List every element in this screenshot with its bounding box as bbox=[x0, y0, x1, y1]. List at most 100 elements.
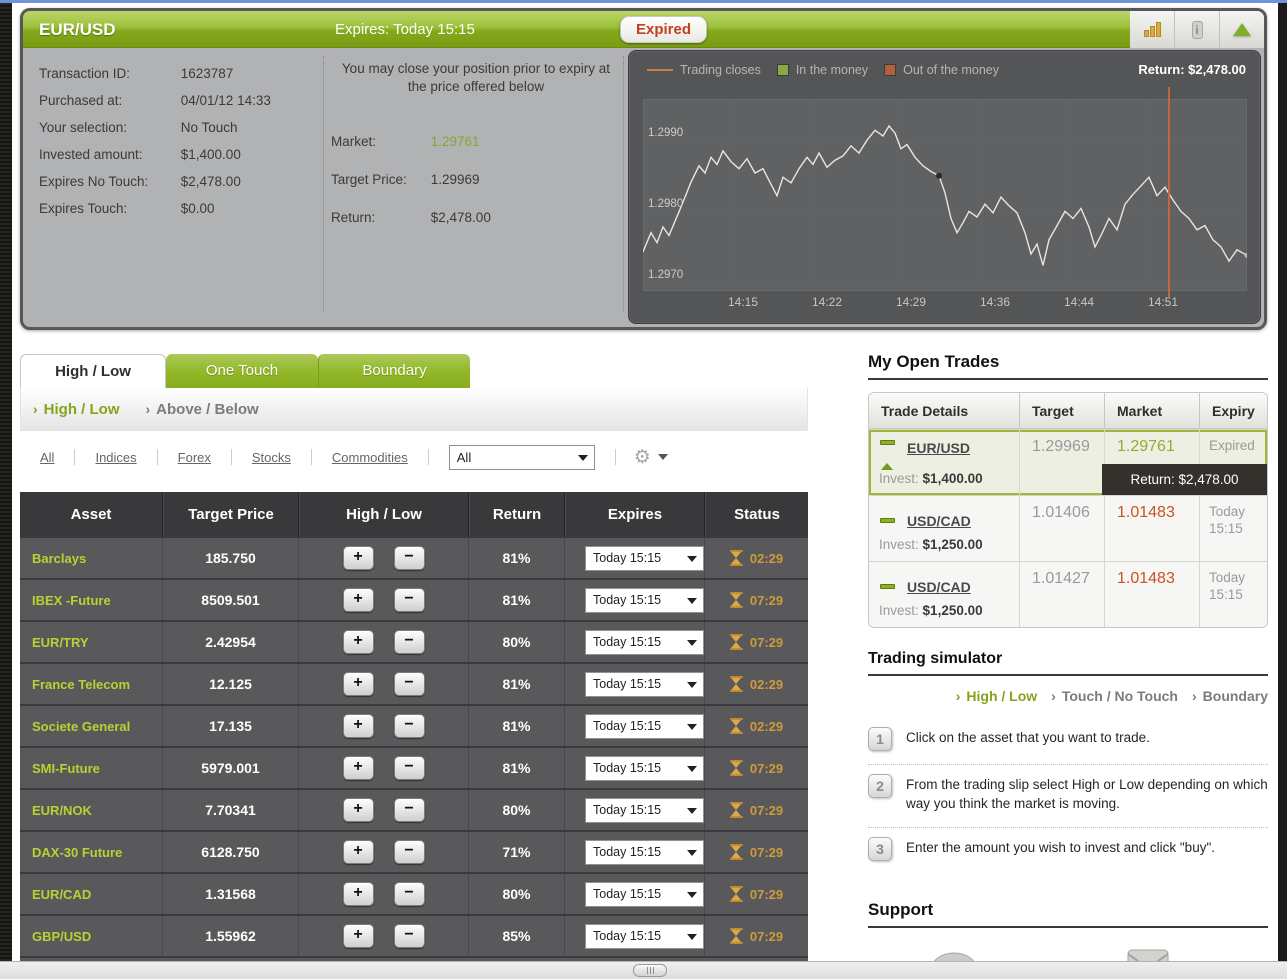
asset-name[interactable]: Barclays bbox=[20, 538, 163, 578]
return-percent: 81% bbox=[469, 538, 565, 578]
high-plus-button[interactable]: + bbox=[342, 840, 374, 864]
table-row: DAX-30 Future 6128.750 + − 71% Today 15:… bbox=[20, 830, 808, 872]
detail-label: Your selection: bbox=[39, 120, 128, 135]
expiry-select[interactable]: Today 15:15 bbox=[585, 881, 704, 907]
subnav-item[interactable]: › High / Low bbox=[33, 401, 120, 418]
high-low-cell: + − bbox=[299, 706, 469, 746]
high-plus-button[interactable]: + bbox=[342, 798, 374, 822]
detail-label: Invested amount: bbox=[39, 147, 143, 162]
asset-name[interactable]: DAX-30 Future bbox=[20, 832, 163, 872]
high-plus-button[interactable]: + bbox=[342, 756, 374, 780]
status-cell: 07:29 bbox=[705, 580, 808, 620]
expiry-select[interactable]: Today 15:15 bbox=[585, 629, 704, 655]
option-type-tab[interactable]: One Touch bbox=[166, 354, 318, 388]
asset-name[interactable]: IBEX -Future bbox=[20, 580, 163, 620]
high-plus-button[interactable]: + bbox=[342, 924, 374, 948]
column-header-highlow: High / Low bbox=[299, 492, 469, 536]
step-text: From the trading slip select High or Low… bbox=[906, 777, 1268, 811]
simulator-crumb[interactable]: › Touch / No Touch bbox=[1051, 688, 1178, 704]
asset-name[interactable]: Societe General bbox=[20, 706, 163, 746]
quote-value: $2,478.00 bbox=[430, 210, 491, 226]
low-minus-button[interactable]: − bbox=[393, 756, 425, 780]
open-trades-header: Trade Details Target Market Expiry bbox=[869, 393, 1267, 429]
option-type-tab[interactable]: High / Low bbox=[20, 354, 166, 388]
low-minus-button[interactable]: − bbox=[393, 798, 425, 822]
trade-asset-link[interactable]: USD/CAD bbox=[907, 579, 971, 595]
high-plus-button[interactable]: + bbox=[342, 882, 374, 906]
simulator-step: 3 Enter the amount you wish to invest an… bbox=[868, 828, 1268, 874]
hourglass-icon bbox=[729, 718, 743, 734]
filter-link[interactable]: Stocks bbox=[252, 450, 291, 465]
high-plus-button[interactable]: + bbox=[342, 672, 374, 696]
simulator-crumb[interactable]: › Boundary bbox=[1192, 688, 1268, 704]
return-percent: 81% bbox=[469, 664, 565, 704]
asset-name[interactable]: France Telecom bbox=[20, 664, 163, 704]
simulator-steps: 1 Click on the asset that you want to tr… bbox=[868, 718, 1268, 874]
asset-name[interactable]: EUR/TRY bbox=[20, 622, 163, 662]
expiry-select[interactable]: Today 15:15 bbox=[585, 797, 704, 823]
gear-icon: ⚙ bbox=[633, 446, 651, 468]
option-type-tab[interactable]: Boundary bbox=[318, 354, 470, 388]
category-select[interactable]: All bbox=[448, 444, 595, 470]
high-low-cell: + − bbox=[299, 580, 469, 620]
expiry-select[interactable]: Today 15:15 bbox=[585, 713, 704, 739]
status-cell: 07:29 bbox=[705, 832, 808, 872]
expiry-select[interactable]: Today 15:15 bbox=[585, 839, 704, 865]
trade-asset-link[interactable]: USD/CAD bbox=[907, 513, 971, 529]
asset-name[interactable]: SMI-Future bbox=[20, 748, 163, 788]
asset-name[interactable]: EUR/CAD bbox=[20, 874, 163, 914]
expires-value: Today 15:15 bbox=[393, 21, 475, 38]
horizontal-scrollbar-thumb[interactable] bbox=[633, 964, 667, 977]
filter-link[interactable]: Forex bbox=[178, 450, 211, 465]
trade-asset-link[interactable]: EUR/USD bbox=[907, 440, 970, 456]
quote-value: 1.29761 bbox=[430, 134, 480, 150]
filter-link[interactable]: Commodities bbox=[332, 450, 408, 465]
column-header-asset: Asset bbox=[20, 492, 163, 536]
chevron-down-icon bbox=[687, 765, 697, 772]
low-minus-button[interactable]: − bbox=[393, 588, 425, 612]
high-plus-button[interactable]: + bbox=[342, 546, 374, 570]
expiry-select[interactable]: Today 15:15 bbox=[585, 545, 704, 571]
open-position-widget: EUR/USD Expires: Today 15:15 Expired i T… bbox=[20, 8, 1267, 330]
high-plus-button[interactable]: + bbox=[342, 588, 374, 612]
low-minus-button[interactable]: − bbox=[393, 714, 425, 738]
low-minus-button[interactable]: − bbox=[393, 882, 425, 906]
return-percent: 71% bbox=[469, 832, 565, 872]
filter-link[interactable]: Indices bbox=[95, 450, 136, 465]
asset-table-header: Asset Target Price High / Low Return Exp… bbox=[20, 492, 808, 536]
filter-link[interactable]: All bbox=[40, 450, 54, 465]
high-plus-button[interactable]: + bbox=[342, 630, 374, 654]
expires-cell: Today 15:15 bbox=[565, 748, 705, 788]
low-minus-button[interactable]: − bbox=[393, 840, 425, 864]
chevron-down-icon bbox=[657, 454, 668, 460]
asset-name[interactable]: GBP/USD bbox=[20, 916, 163, 956]
time-remaining: 07:29 bbox=[749, 592, 784, 608]
high-plus-button[interactable]: + bbox=[342, 714, 374, 738]
subnav-item[interactable]: › Above / Below bbox=[146, 401, 259, 418]
settings-menu-button[interactable]: ⚙ bbox=[634, 446, 668, 469]
triangle-up-icon bbox=[1233, 23, 1251, 36]
chart-view-button[interactable] bbox=[1130, 11, 1174, 48]
low-minus-button[interactable]: − bbox=[393, 672, 425, 696]
asset-name[interactable]: EUR/NOK bbox=[20, 790, 163, 830]
chevron-down-icon bbox=[687, 639, 697, 646]
step-number-badge: 3 bbox=[868, 836, 892, 861]
low-minus-button[interactable]: − bbox=[393, 546, 425, 570]
target-price: 1.31568 bbox=[163, 874, 299, 914]
expiry-select[interactable]: Today 15:15 bbox=[585, 923, 704, 949]
horizontal-scrollbar[interactable] bbox=[0, 961, 1287, 979]
high-low-cell: + − bbox=[299, 790, 469, 830]
info-button[interactable]: i bbox=[1174, 11, 1219, 48]
collapse-button[interactable] bbox=[1219, 11, 1264, 48]
simulator-crumb[interactable]: › High / Low bbox=[956, 688, 1037, 704]
expiry-select[interactable]: Today 15:15 bbox=[585, 755, 704, 781]
expiry-select[interactable]: Today 15:15 bbox=[585, 671, 704, 697]
table-row: EUR/NOK 7.70341 + − 80% Today 15:15 07:2… bbox=[20, 788, 808, 830]
hourglass-icon bbox=[729, 676, 743, 692]
trade-invest: Invest: $1,400.00 bbox=[879, 471, 983, 486]
low-minus-button[interactable]: − bbox=[393, 630, 425, 654]
high-low-cell: + − bbox=[299, 664, 469, 704]
hourglass-icon bbox=[729, 928, 743, 944]
expiry-select[interactable]: Today 15:15 bbox=[585, 587, 704, 613]
low-minus-button[interactable]: − bbox=[393, 924, 425, 948]
